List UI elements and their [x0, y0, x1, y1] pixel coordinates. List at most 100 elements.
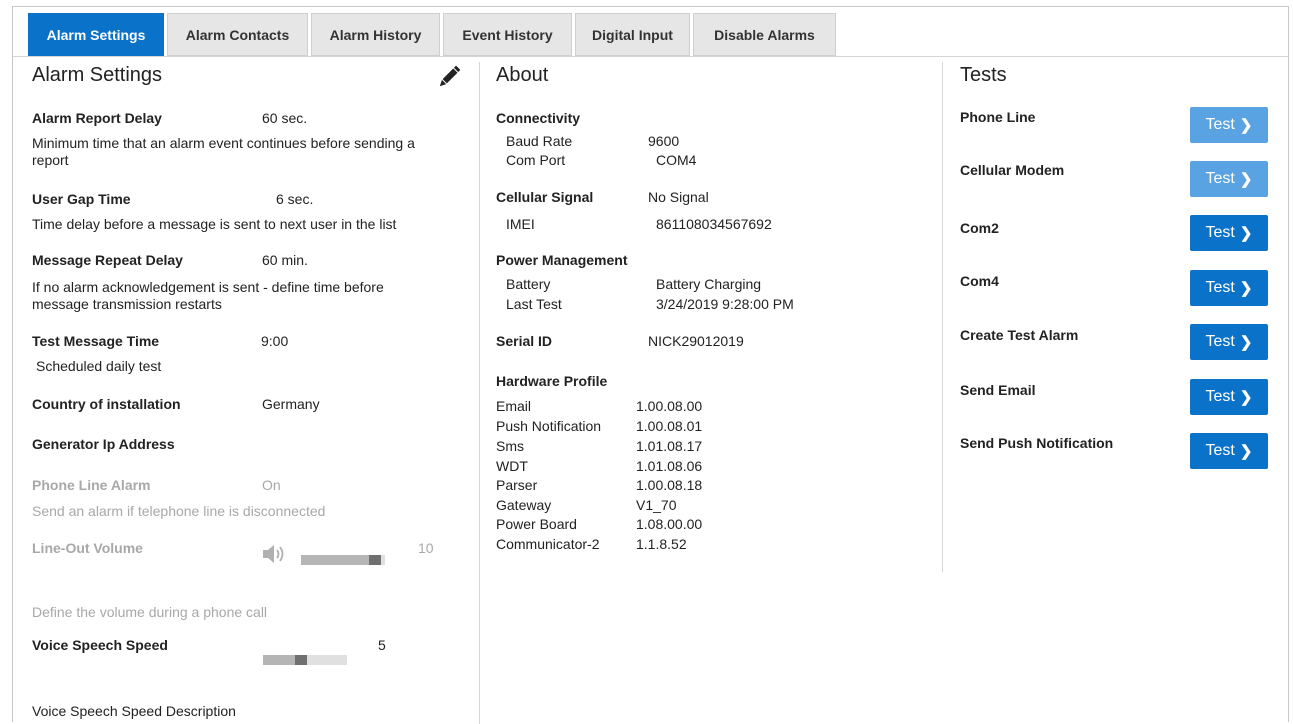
line-out-volume-description: Define the volume during a phone call	[32, 604, 268, 620]
hardware-name-power-board: Power Board	[496, 516, 577, 532]
tab-digital-input[interactable]: Digital Input	[575, 13, 690, 56]
test-message-time-label: Test Message Time	[32, 333, 160, 349]
hardware-name-sms: Sms	[496, 438, 524, 454]
hardware-version-gateway: V1_70	[636, 497, 677, 513]
cellular-signal-value: No Signal	[648, 189, 709, 205]
alarm-report-delay-value[interactable]: 60 sec.	[262, 110, 307, 126]
line-out-volume-handle[interactable]	[369, 555, 381, 565]
test-message-time-value[interactable]: 9:00	[261, 333, 288, 349]
tab-alarm-settings[interactable]: Alarm Settings	[28, 13, 164, 56]
voice-speech-speed-value: 5	[378, 637, 386, 653]
test-label-com2: Com2	[960, 220, 999, 236]
chevron-right-icon: ❯	[1239, 443, 1253, 460]
hardware-version-power-board: 1.08.00.00	[636, 516, 703, 532]
phone-line-alarm-description: Send an alarm if telephone line is disco…	[32, 503, 326, 519]
com-port-value: COM4	[656, 152, 697, 168]
test-com2-button[interactable]: Test ❯	[1190, 215, 1268, 251]
test-com4-button[interactable]: Test ❯	[1190, 270, 1268, 306]
test-cellular-modem-button[interactable]: Test ❯	[1190, 161, 1268, 197]
battery-value: Battery Charging	[656, 276, 762, 292]
hardware-version-push-notification: 1.00.08.01	[636, 418, 703, 434]
speaker-icon[interactable]	[262, 543, 288, 565]
test-phone-line-button[interactable]: Test ❯	[1190, 107, 1268, 143]
voice-speech-speed-description: Voice Speech Speed Description	[32, 703, 236, 719]
cellular-signal-heading: Cellular Signal	[496, 189, 594, 205]
test-label-send-push-notification: Send Push Notification	[960, 435, 1114, 451]
test-create-test-alarm-button[interactable]: Test ❯	[1190, 324, 1268, 360]
voice-speech-speed-slider[interactable]	[263, 655, 347, 665]
country-of-installation-label: Country of installation	[32, 396, 181, 412]
test-label-phone-line: Phone Line	[960, 109, 1036, 125]
hardware-version-parser: 1.00.08.18	[636, 477, 703, 493]
alarm-report-delay-description-line2: report	[32, 152, 69, 168]
message-repeat-delay-value[interactable]: 60 min.	[262, 252, 308, 268]
tab-alarm-history[interactable]: Alarm History	[311, 13, 440, 56]
chevron-right-icon: ❯	[1239, 117, 1253, 134]
hardware-name-push-notification: Push Notification	[496, 418, 602, 434]
test-button-label: Test	[1205, 388, 1235, 405]
user-gap-time-label: User Gap Time	[32, 191, 131, 207]
about-title: About	[496, 64, 549, 86]
tab-underline	[13, 56, 1288, 57]
hardware-name-email: Email	[496, 398, 532, 414]
test-label-cellular-modem: Cellular Modem	[960, 162, 1065, 178]
chevron-right-icon: ❯	[1239, 225, 1253, 242]
imei-value: 861108034567692	[656, 216, 772, 232]
battery-label: Battery	[506, 276, 551, 292]
chevron-right-icon: ❯	[1239, 280, 1253, 297]
message-repeat-delay-label: Message Repeat Delay	[32, 252, 183, 268]
chevron-right-icon: ❯	[1239, 334, 1253, 351]
test-message-time-description: Scheduled daily test	[36, 358, 162, 374]
chevron-right-icon: ❯	[1239, 171, 1253, 188]
test-label-create-test-alarm: Create Test Alarm	[960, 327, 1079, 343]
line-out-volume-label: Line-Out Volume	[32, 540, 143, 556]
test-label-com4: Com4	[960, 273, 999, 289]
hardware-name-wdt: WDT	[496, 458, 528, 474]
com-port-label: Com Port	[506, 152, 566, 168]
voice-speech-speed-fill	[263, 655, 295, 665]
alarm-settings-title: Alarm Settings	[32, 64, 163, 86]
hardware-version-sms: 1.01.08.17	[636, 438, 703, 454]
baud-rate-label: Baud Rate	[506, 133, 573, 149]
hardware-version-email: 1.00.08.00	[636, 398, 703, 414]
message-repeat-delay-description-line2: message transmission restarts	[32, 296, 222, 312]
test-send-email-button[interactable]: Test ❯	[1190, 379, 1268, 415]
generator-ip-address-label: Generator Ip Address	[32, 436, 175, 452]
test-button-label: Test	[1205, 116, 1235, 133]
hardware-name-communicator-2: Communicator-2	[496, 536, 600, 552]
hardware-version-wdt: 1.01.08.06	[636, 458, 703, 474]
line-out-volume-slider[interactable]	[301, 555, 385, 565]
serial-id-label: Serial ID	[496, 333, 553, 349]
line-out-volume-fill	[301, 555, 369, 565]
voice-speech-speed-label: Voice Speech Speed	[32, 637, 168, 653]
hardware-version-communicator-2: 1.1.8.52	[636, 536, 687, 552]
column-divider-right	[942, 62, 943, 572]
test-button-label: Test	[1205, 333, 1235, 350]
tab-bar: Alarm Settings Alarm Contacts Alarm Hist…	[28, 13, 839, 56]
tab-disable-alarms[interactable]: Disable Alarms	[693, 13, 836, 56]
serial-id-value: NICK29012019	[648, 333, 744, 349]
voice-speech-speed-handle[interactable]	[295, 655, 307, 665]
connectivity-heading: Connectivity	[496, 110, 581, 126]
tests-title: Tests	[960, 64, 1007, 86]
test-button-label: Test	[1205, 170, 1235, 187]
alarm-report-delay-label: Alarm Report Delay	[32, 110, 162, 126]
tab-alarm-contacts[interactable]: Alarm Contacts	[167, 13, 308, 56]
phone-line-alarm-value: On	[262, 477, 281, 493]
hardware-name-parser: Parser	[496, 477, 538, 493]
test-button-label: Test	[1205, 279, 1235, 296]
user-gap-time-description: Time delay before a message is sent to n…	[32, 216, 397, 232]
tab-event-history[interactable]: Event History	[443, 13, 572, 56]
pencil-icon[interactable]	[436, 64, 462, 90]
message-repeat-delay-description-line1: If no alarm acknowledgement is sent - de…	[32, 279, 384, 295]
test-button-label: Test	[1205, 224, 1235, 241]
phone-line-alarm-label: Phone Line Alarm	[32, 477, 151, 493]
hardware-name-gateway: Gateway	[496, 497, 552, 513]
test-label-send-email: Send Email	[960, 382, 1036, 398]
chevron-right-icon: ❯	[1239, 389, 1253, 406]
test-send-push-notification-button[interactable]: Test ❯	[1190, 433, 1268, 469]
country-of-installation-value[interactable]: Germany	[262, 396, 320, 412]
power-management-heading: Power Management	[496, 252, 628, 268]
user-gap-time-value[interactable]: 6 sec.	[276, 191, 313, 207]
baud-rate-value: 9600	[648, 133, 680, 149]
